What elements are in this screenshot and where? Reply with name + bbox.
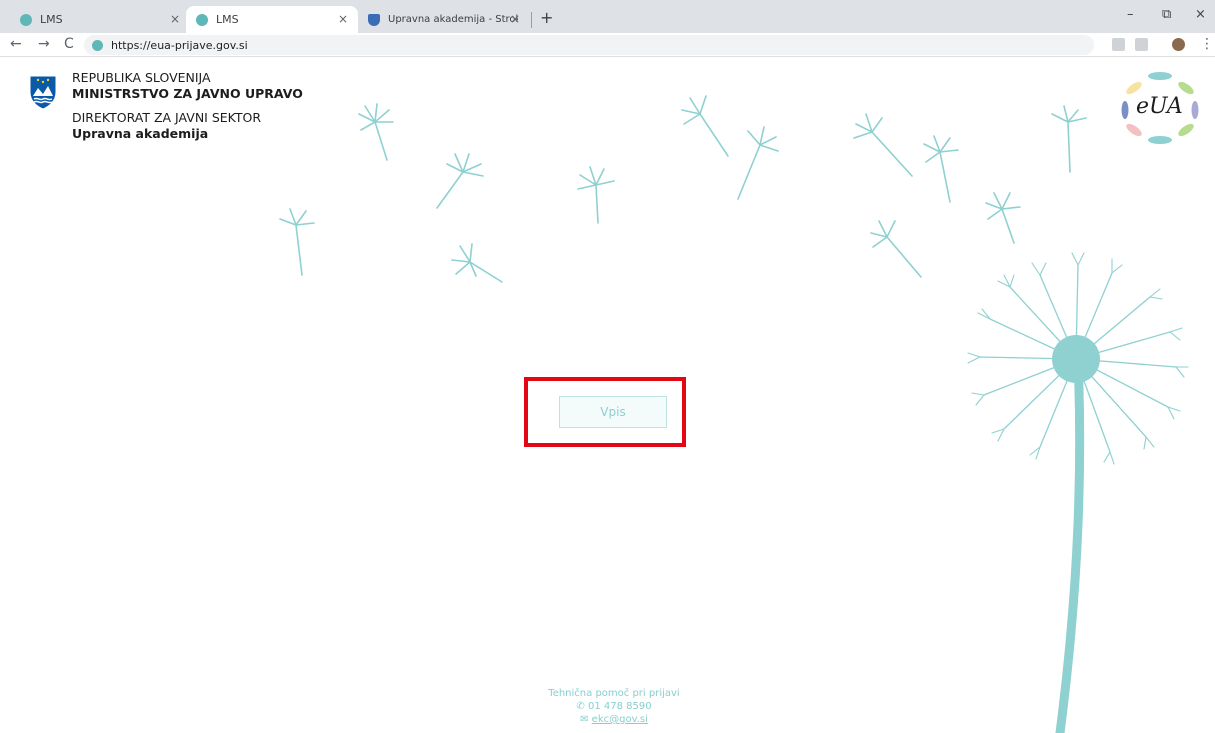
lms-favicon-icon xyxy=(20,13,32,26)
org-directorate: DIREKTORAT ZA JAVNI SEKTOR xyxy=(72,110,262,125)
site-favicon-icon xyxy=(92,39,103,51)
new-tab-button[interactable]: + xyxy=(540,8,553,27)
translate-extension-icon[interactable] xyxy=(1112,38,1125,51)
tab-title: LMS xyxy=(216,13,239,26)
envelope-icon: ✉ xyxy=(580,714,589,725)
extension-icon[interactable] xyxy=(1135,38,1148,51)
help-phone: 01 478 8590 xyxy=(587,701,652,712)
enroll-button[interactable]: Vpis xyxy=(559,396,667,428)
tab-lms-2[interactable]: LMS × xyxy=(186,6,358,33)
lms-favicon-icon xyxy=(196,13,208,26)
tab-separator xyxy=(531,12,532,28)
back-button[interactable]: ← xyxy=(10,36,22,52)
tab-close-icon[interactable]: × xyxy=(170,12,180,26)
org-ministry: MINISTRSTVO ZA JAVNO UPRAVO xyxy=(72,86,303,101)
url-bar[interactable]: https://eua-prijave.gov.si xyxy=(84,35,1094,55)
eua-logo: eUA xyxy=(1120,70,1200,145)
tab-close-icon[interactable]: × xyxy=(338,12,348,26)
tab-title: Upravna akademija - Strokovni iz xyxy=(388,14,518,25)
help-email-link[interactable]: ekc@gov.si xyxy=(592,714,648,725)
profile-avatar-icon[interactable] xyxy=(1172,38,1185,51)
org-academy: Upravna akademija xyxy=(72,126,209,141)
minimize-button[interactable]: – xyxy=(1127,7,1134,22)
page-content: REPUBLIKA SLOVENIJA MINISTRSTVO ZA JAVNO… xyxy=(0,57,1215,733)
shield-favicon-icon xyxy=(368,13,380,26)
tab-title: LMS xyxy=(40,13,63,26)
help-email-row: ✉ ekc@gov.si xyxy=(498,713,730,726)
browser-tab-strip: LMS × LMS × Upravna akademija - Strokovn… xyxy=(0,0,1215,33)
organisation-header: REPUBLIKA SLOVENIJA MINISTRSTVO ZA JAVNO… xyxy=(72,70,303,142)
slovenia-crest-icon xyxy=(29,75,57,110)
restore-button[interactable]: ⧉ xyxy=(1162,7,1171,22)
eua-logo-text: eUA xyxy=(1136,94,1183,119)
tab-lms-1[interactable]: LMS × xyxy=(10,6,190,33)
reload-button[interactable]: C xyxy=(64,36,74,52)
tab-close-icon[interactable]: × xyxy=(510,12,520,26)
dandelion-decoration xyxy=(279,95,1189,733)
technical-help: Tehnična pomoč pri prijavi ✆ 01 478 8590… xyxy=(498,687,730,726)
forward-button[interactable]: → xyxy=(38,36,50,52)
close-window-button[interactable]: × xyxy=(1195,7,1206,22)
tab-upravna-akademija[interactable]: Upravna akademija - Strokovni iz × xyxy=(358,6,530,33)
address-toolbar: ← → C https://eua-prijave.gov.si ⋮ xyxy=(0,33,1215,57)
url-text: https://eua-prijave.gov.si xyxy=(111,38,248,52)
org-republic: REPUBLIKA SLOVENIJA xyxy=(72,70,211,85)
help-phone-row: ✆ 01 478 8590 xyxy=(498,700,730,713)
browser-menu-icon[interactable]: ⋮ xyxy=(1200,36,1214,52)
help-title: Tehnična pomoč pri prijavi xyxy=(548,688,680,699)
phone-icon: ✆ xyxy=(576,701,585,712)
